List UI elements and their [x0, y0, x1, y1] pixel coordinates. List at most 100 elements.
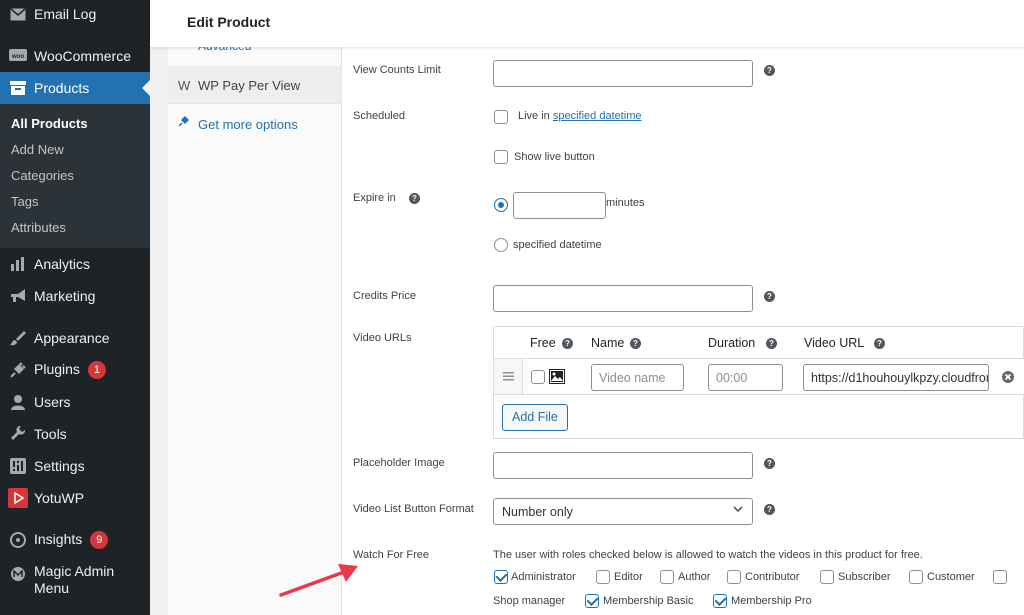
duration-column-header: Duration — [708, 336, 756, 350]
video-row: Video name 00:00 https://d1houhouylkpzy.… — [494, 359, 1024, 395]
analytics-icon — [8, 254, 28, 274]
help-icon[interactable]: ? — [764, 458, 775, 469]
menu-settings[interactable]: Settings — [0, 450, 150, 482]
role-subscriber-checkbox[interactable] — [820, 570, 834, 584]
role-contributor-checkbox[interactable] — [727, 570, 741, 584]
tab-get-more-options[interactable]: Get more options — [168, 113, 341, 135]
menu-appearance[interactable]: Appearance — [0, 322, 150, 354]
specified-datetime-link[interactable]: specified datetime — [553, 110, 642, 122]
add-file-button[interactable]: Add File — [502, 404, 568, 431]
submenu-add-new[interactable]: Add New — [11, 142, 64, 157]
submenu-attributes[interactable]: Attributes — [11, 220, 66, 235]
plugin-icon — [178, 115, 190, 130]
video-list-button-format-label: Video List Button Format — [353, 503, 474, 515]
menu-label: Products — [34, 80, 90, 96]
menu-label: Appearance — [34, 330, 110, 346]
role-membership-pro-checkbox[interactable] — [713, 594, 727, 608]
role-administrator-label: Administrator — [511, 571, 576, 583]
role-customer-checkbox[interactable] — [909, 570, 923, 584]
remove-row-icon[interactable] — [1002, 371, 1014, 386]
submenu-categories[interactable]: Categories — [11, 168, 74, 183]
menu-yotuwp[interactable]: YotuWP — [0, 482, 150, 514]
expire-minutes-input[interactable] — [513, 192, 606, 219]
menu-email-log[interactable]: Email Log — [0, 0, 150, 30]
video-url-column-header: Video URL — [804, 336, 865, 350]
free-checkbox[interactable] — [531, 370, 545, 384]
menu-label: Analytics — [34, 256, 91, 272]
video-duration-input[interactable]: 00:00 — [708, 364, 783, 391]
help-icon[interactable]: ? — [764, 65, 775, 76]
plugin-icon — [8, 360, 28, 380]
menu-magic-admin[interactable]: Magic Admin Menu — [0, 560, 150, 600]
menu-analytics[interactable]: Analytics — [0, 248, 150, 280]
show-live-button-checkbox[interactable] — [494, 150, 508, 164]
menu-label: Insights 9 — [34, 530, 109, 550]
specified-datetime-label: specified datetime — [513, 239, 602, 251]
expire-minutes-radio[interactable] — [494, 198, 508, 212]
menu-label: WooCommerce — [34, 48, 131, 64]
role-shop-manager-label: Shop manager — [493, 595, 566, 607]
role-author-checkbox[interactable] — [660, 570, 674, 584]
menu-plugins[interactable]: Plugins 1 — [0, 354, 150, 386]
annotation-arrow-icon — [279, 564, 358, 597]
role-membership-pro-label: Membership Pro — [731, 595, 812, 607]
live-in-text: Live in specified datetime — [518, 110, 642, 122]
live-in-checkbox[interactable] — [494, 110, 508, 124]
users-icon — [8, 392, 28, 412]
role-shop-manager-checkbox[interactable] — [993, 570, 1007, 584]
name-column-header: Name — [591, 336, 625, 350]
help-icon[interactable]: ? — [764, 291, 775, 302]
svg-text:woo: woo — [11, 54, 24, 60]
menu-tools[interactable]: Tools — [0, 418, 150, 450]
magic-admin-icon — [8, 564, 28, 584]
help-icon[interactable]: ? — [562, 338, 573, 349]
watch-for-free-label: Watch For Free — [353, 549, 429, 561]
menu-label: Marketing — [34, 288, 96, 304]
menu-label-text: Plugins — [34, 360, 80, 377]
video-name-input[interactable]: Video name — [591, 364, 684, 391]
paintbrush-icon — [8, 328, 28, 348]
menu-label-text: Insights — [34, 530, 83, 547]
drag-handle[interactable] — [494, 359, 523, 394]
role-customer-label: Customer — [927, 571, 975, 583]
role-contributor-label: Contributor — [745, 571, 800, 583]
placeholder-image-label: Placeholder Image — [353, 457, 445, 469]
menu-label: Settings — [34, 458, 85, 474]
role-membership-basic-checkbox[interactable] — [585, 594, 599, 608]
credits-price-input[interactable] — [493, 285, 753, 312]
drag-handle-icon — [503, 372, 514, 381]
menu-label: Plugins 1 — [34, 360, 106, 380]
placeholder-image-input[interactable] — [493, 452, 753, 479]
woocommerce-icon: woo — [8, 46, 28, 66]
role-subscriber-label: Subscriber — [838, 571, 891, 583]
menu-users[interactable]: Users — [0, 386, 150, 418]
expire-datetime-radio[interactable] — [494, 238, 508, 252]
help-icon[interactable]: ? — [874, 338, 885, 349]
menu-marketing[interactable]: Marketing — [0, 280, 150, 312]
menu-insights[interactable]: Insights 9 — [0, 524, 150, 556]
tab-wp-pay-per-view[interactable]: W WP Pay Per View — [168, 66, 341, 104]
free-column-header: Free — [530, 336, 556, 350]
role-editor-checkbox[interactable] — [596, 570, 610, 584]
watch-for-free-description: The user with roles checked below is all… — [493, 549, 923, 561]
help-icon[interactable]: ? — [630, 338, 641, 349]
youtube-play-icon — [8, 488, 28, 508]
help-icon[interactable]: ? — [764, 504, 775, 515]
submenu-all-products[interactable]: All Products — [11, 116, 88, 131]
scheduled-label: Scheduled — [353, 110, 405, 122]
menu-woocommerce[interactable]: woo WooCommerce — [0, 40, 150, 72]
role-administrator-checkbox[interactable] — [494, 570, 508, 584]
view-counts-limit-input[interactable] — [493, 60, 753, 87]
menu-products[interactable]: Products — [0, 72, 150, 104]
image-icon[interactable] — [549, 369, 565, 387]
role-membership-basic-label: Membership Basic — [603, 595, 694, 607]
page-header: Edit Product — [150, 0, 1024, 47]
help-icon[interactable]: ? — [766, 338, 777, 349]
submenu-tags[interactable]: Tags — [11, 194, 38, 209]
video-url-input[interactable]: https://d1houhouylkpzy.cloudfront.net/ — [803, 364, 989, 391]
credits-price-label: Credits Price — [353, 290, 416, 302]
video-list-button-format-select[interactable]: Number only — [493, 498, 753, 525]
menu-label: Tools — [34, 426, 67, 442]
show-live-button-label: Show live button — [514, 151, 595, 163]
help-icon[interactable]: ? — [409, 193, 420, 204]
